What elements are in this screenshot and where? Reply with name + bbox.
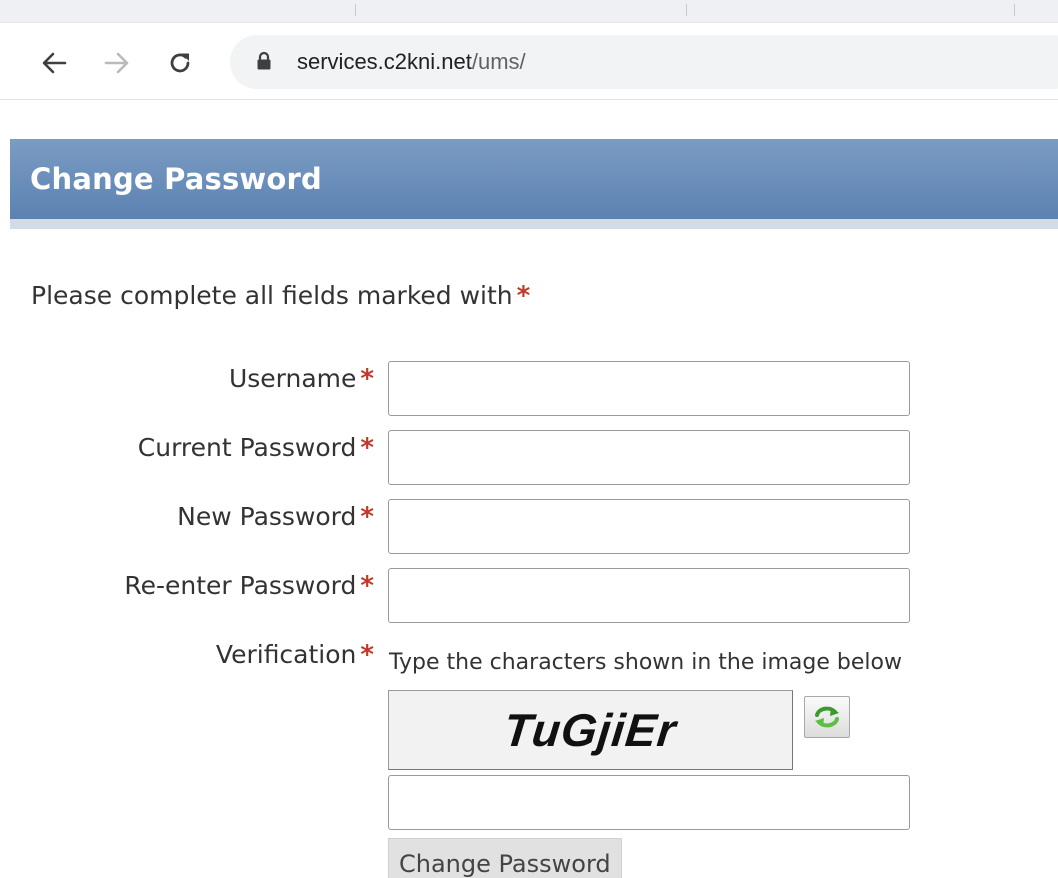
current-password-label: Current Password *: [138, 433, 374, 463]
captcha-image: TuGjiEr: [388, 690, 793, 770]
back-button[interactable]: [34, 43, 74, 83]
new-password-input[interactable]: [388, 499, 910, 554]
new-password-label: New Password *: [177, 502, 374, 532]
reenter-password-input[interactable]: [388, 568, 910, 623]
refresh-icon: [815, 706, 839, 728]
verification-label: Verification *: [216, 640, 374, 670]
reload-icon: [170, 53, 190, 73]
form-instructions: Please complete all fields marked with *: [31, 281, 530, 311]
url-text: services.c2kni.net/ums/: [297, 35, 526, 89]
username-label: Username *: [229, 364, 374, 394]
required-marker: *: [360, 640, 374, 670]
verification-input[interactable]: [388, 775, 910, 830]
new-password-label-text: New Password: [177, 502, 357, 531]
captcha-text: TuGjiEr: [501, 704, 680, 756]
current-password-label-text: Current Password: [137, 433, 357, 462]
reload-button[interactable]: [160, 43, 200, 83]
username-label-text: Username: [228, 364, 357, 393]
required-marker: *: [360, 364, 374, 394]
verification-label-text: Verification: [215, 640, 357, 669]
url-host: services.c2kni.net: [297, 49, 472, 74]
lock-icon: [257, 51, 271, 70]
instructions-text: Please complete all fields marked with: [31, 281, 513, 310]
required-marker: *: [516, 281, 531, 311]
address-bar[interactable]: services.c2kni.net/ums/: [230, 35, 1058, 89]
required-marker: *: [360, 433, 374, 463]
captcha-hint: Type the characters shown in the image b…: [389, 650, 902, 675]
page-header: Change Password: [10, 139, 1058, 229]
reenter-password-label-text: Re-enter Password: [124, 571, 357, 600]
forward-arrow-icon: [104, 52, 129, 74]
captcha-refresh-button[interactable]: [804, 696, 850, 738]
current-password-input[interactable]: [388, 430, 910, 485]
username-input[interactable]: [388, 361, 910, 416]
required-marker: *: [360, 502, 374, 532]
page-title: Change Password: [30, 162, 323, 196]
tab-divider: [1014, 4, 1015, 16]
url-path: /ums/: [471, 49, 526, 74]
change-password-button[interactable]: Change Password: [388, 838, 622, 878]
browser-toolbar: services.c2kni.net/ums/: [0, 23, 1058, 100]
forward-button[interactable]: [97, 43, 137, 83]
reenter-password-label: Re-enter Password *: [124, 571, 374, 601]
tab-strip: [0, 0, 1058, 23]
required-marker: *: [360, 571, 374, 601]
tab-divider: [686, 4, 687, 16]
back-arrow-icon: [42, 52, 67, 74]
tab-divider: [355, 4, 356, 16]
